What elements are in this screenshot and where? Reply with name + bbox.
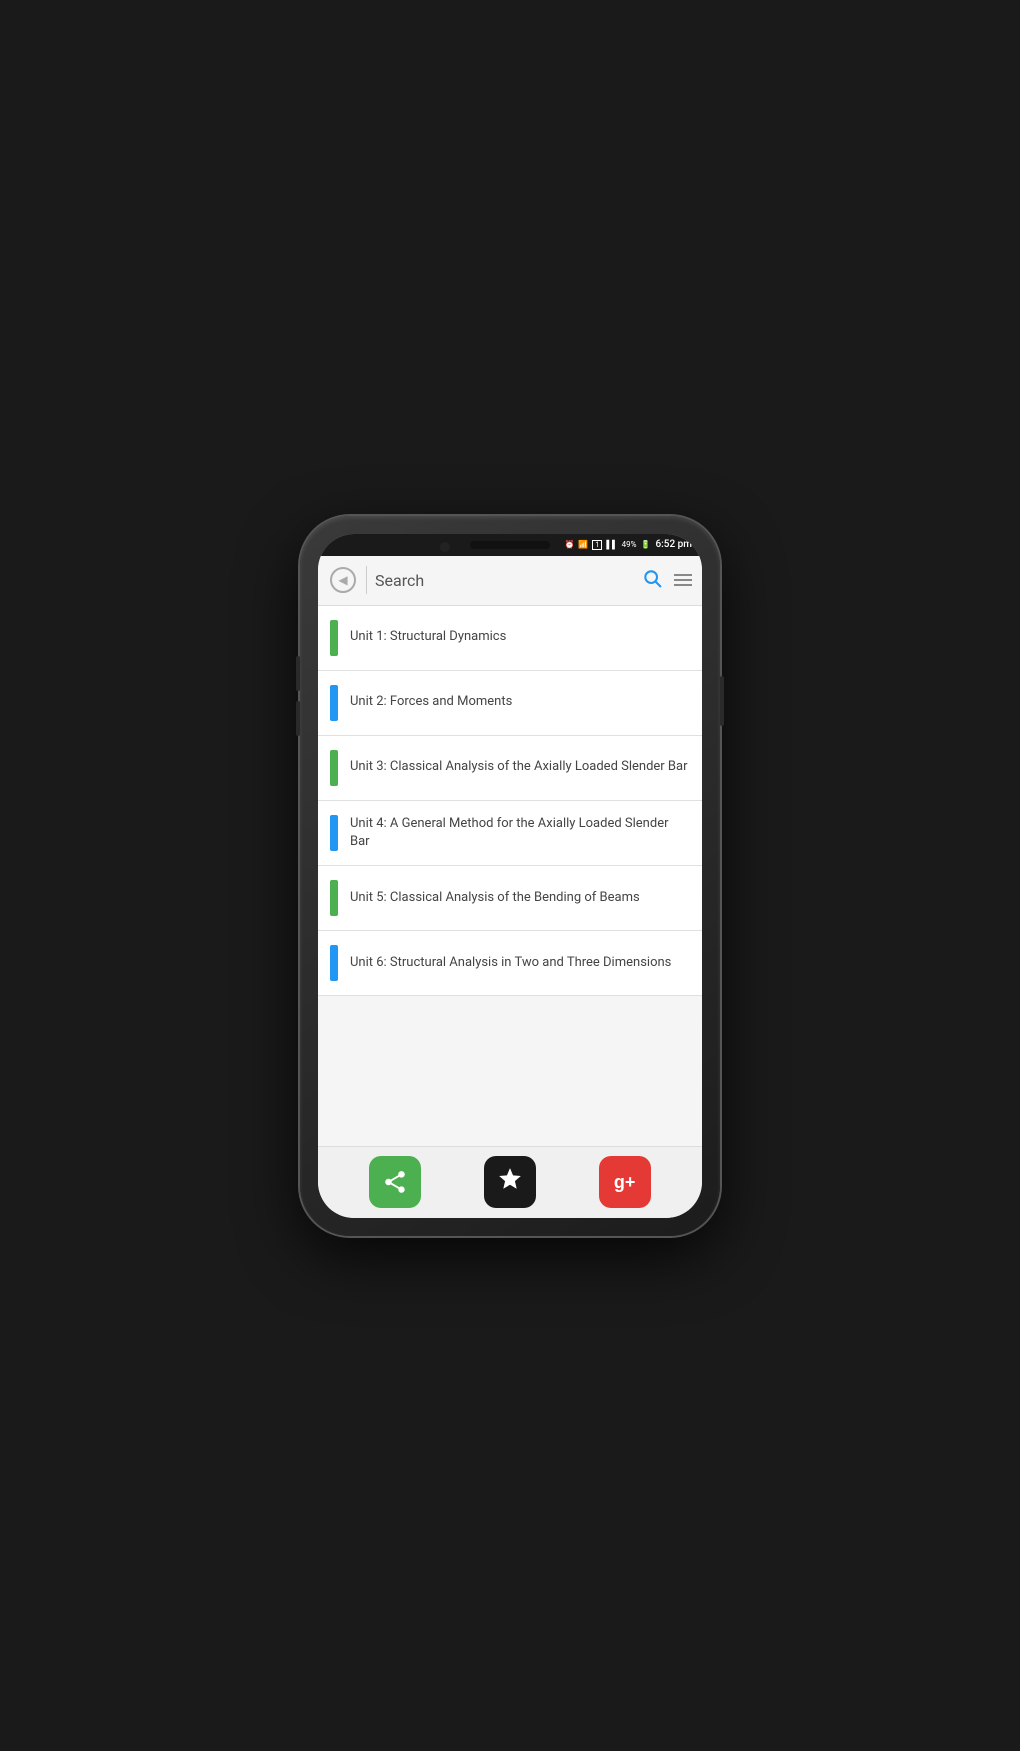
star-icon bbox=[497, 1166, 523, 1198]
bottom-toolbar: g+ bbox=[318, 1146, 702, 1218]
unit-title: Unit 4: A General Method for the Axially… bbox=[350, 815, 690, 851]
color-indicator bbox=[330, 815, 338, 851]
power-button[interactable] bbox=[720, 676, 724, 726]
menu-icon[interactable] bbox=[674, 574, 692, 586]
list-item[interactable]: Unit 1: Structural Dynamics bbox=[318, 606, 702, 671]
status-icons: ⏰ 📶 1 ▌▌ 49% 🔋 bbox=[564, 540, 650, 550]
list-item[interactable]: Unit 2: Forces and Moments bbox=[318, 671, 702, 736]
back-button[interactable]: ◀ bbox=[328, 565, 358, 595]
share-icon bbox=[382, 1169, 408, 1195]
list-item[interactable]: Unit 6: Structural Analysis in Two and T… bbox=[318, 931, 702, 996]
color-indicator bbox=[330, 750, 338, 786]
app-screen: ⏰ 📶 1 ▌▌ 49% 🔋 6:52 pm ◀ Search bbox=[318, 534, 702, 1218]
wifi-icon: 📶 bbox=[578, 540, 588, 549]
favorite-button[interactable] bbox=[484, 1156, 536, 1208]
color-indicator bbox=[330, 945, 338, 981]
unit-title: Unit 1: Structural Dynamics bbox=[350, 628, 690, 646]
unit-title: Unit 5: Classical Analysis of the Bendin… bbox=[350, 889, 690, 907]
top-bar-icons bbox=[642, 568, 692, 593]
list-item[interactable]: Unit 4: A General Method for the Axially… bbox=[318, 801, 702, 866]
color-indicator bbox=[330, 685, 338, 721]
camera bbox=[440, 542, 450, 552]
status-time: 6:52 pm bbox=[655, 539, 692, 550]
gplus-button[interactable]: g+ bbox=[599, 1156, 651, 1208]
unit-title: Unit 6: Structural Analysis in Two and T… bbox=[350, 954, 690, 972]
unit-list: Unit 1: Structural Dynamics Unit 2: Forc… bbox=[318, 606, 702, 1146]
battery-icon: 🔋 bbox=[641, 540, 651, 549]
top-bar-divider bbox=[366, 566, 367, 594]
gplus-icon: g+ bbox=[614, 1172, 636, 1193]
alarm-icon: ⏰ bbox=[564, 540, 574, 549]
vol-up-button[interactable] bbox=[296, 656, 300, 691]
unit-title: Unit 2: Forces and Moments bbox=[350, 693, 690, 711]
sim-icon: 1 bbox=[592, 540, 602, 550]
color-indicator bbox=[330, 620, 338, 656]
battery-label: 49% bbox=[622, 540, 637, 549]
back-icon: ◀ bbox=[330, 567, 356, 593]
phone-frame: ⏰ 📶 1 ▌▌ 49% 🔋 6:52 pm ◀ Search bbox=[300, 516, 720, 1236]
phone-screen: ⏰ 📶 1 ▌▌ 49% 🔋 6:52 pm ◀ Search bbox=[318, 534, 702, 1218]
search-icon[interactable] bbox=[642, 568, 662, 593]
color-indicator bbox=[330, 880, 338, 916]
speaker bbox=[470, 541, 550, 549]
list-item[interactable]: Unit 5: Classical Analysis of the Bendin… bbox=[318, 866, 702, 931]
top-bar-title: Search bbox=[375, 571, 634, 590]
unit-title: Unit 3: Classical Analysis of the Axiall… bbox=[350, 758, 690, 776]
share-button[interactable] bbox=[369, 1156, 421, 1208]
list-item[interactable]: Unit 3: Classical Analysis of the Axiall… bbox=[318, 736, 702, 801]
signal-icon: ▌▌ bbox=[606, 540, 617, 549]
top-bar: ◀ Search bbox=[318, 556, 702, 606]
vol-down-button[interactable] bbox=[296, 701, 300, 736]
